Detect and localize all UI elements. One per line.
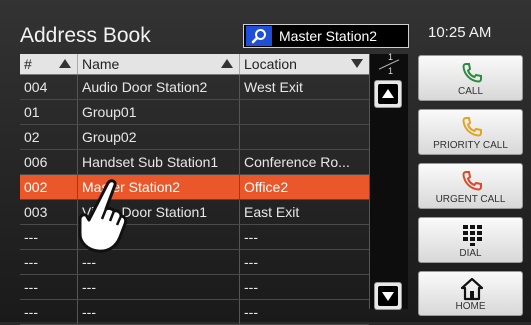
dial-label: DIAL: [459, 248, 482, 259]
column-header-name[interactable]: Name: [77, 54, 239, 74]
entry-name: Group02: [77, 125, 239, 149]
current-page: 1: [388, 52, 394, 62]
table-row[interactable]: 01 Group01: [20, 100, 369, 125]
priority-phone-icon: [462, 117, 482, 137]
entry-number: 01: [24, 104, 40, 120]
entry-location: Conference Ro...: [239, 150, 369, 174]
home-label: HOME: [455, 301, 486, 312]
table-row[interactable]: ---------: [20, 300, 369, 325]
entry-name: ---: [77, 275, 239, 299]
entry-name: Handset Sub Station1: [77, 150, 239, 174]
home-icon: [460, 277, 484, 301]
call-button[interactable]: CALL: [418, 55, 523, 101]
scroll-up-button[interactable]: [374, 80, 402, 108]
call-label: CALL: [457, 86, 483, 97]
search-box[interactable]: Master Station2: [243, 24, 409, 48]
search-button[interactable]: [246, 26, 272, 46]
page-title: Address Book: [20, 24, 151, 47]
column-header-location[interactable]: Location: [239, 54, 369, 74]
entry-name: Audio Door Station2: [77, 75, 239, 99]
entry-number: 004: [24, 79, 48, 95]
entry-location: [239, 125, 369, 149]
total-pages: 1: [388, 66, 394, 76]
urgent-phone-icon: [462, 171, 482, 191]
keypad-icon: [463, 225, 482, 246]
search-query[interactable]: Master Station2: [279, 28, 377, 44]
sort-descending-icon: [351, 59, 363, 68]
phone-icon: [462, 63, 482, 83]
entry-location: ---: [239, 275, 369, 299]
address-book-screen: Address Book Master Station2 10:25 AM # …: [0, 0, 531, 325]
priority-call-label: PRIORITY CALL: [433, 140, 508, 151]
home-button[interactable]: HOME: [418, 271, 523, 316]
table-row[interactable]: 02 Group02: [20, 125, 369, 150]
arrow-down-icon: [382, 292, 394, 301]
arrow-up-icon: [382, 89, 394, 98]
column-header-number[interactable]: #: [20, 54, 77, 74]
entry-location: West Exit: [239, 75, 369, 99]
table-row[interactable]: 004 Audio Door Station2 West Exit: [20, 75, 369, 100]
entry-location: ---: [239, 225, 369, 249]
sort-ascending-icon: [59, 59, 71, 68]
page-navigation: 1 1: [369, 52, 408, 310]
touch-hand-icon: [78, 179, 128, 253]
entry-location: Office2: [239, 175, 369, 199]
sort-ascending-icon: [221, 59, 233, 68]
entry-name: ---: [77, 300, 239, 324]
entry-location: East Exit: [239, 200, 369, 224]
clock: 10:25 AM: [428, 24, 492, 41]
entry-number: ---: [24, 304, 38, 320]
scroll-down-button[interactable]: [374, 282, 402, 310]
table-row[interactable]: 006 Handset Sub Station1 Conference Ro...: [20, 150, 369, 175]
entry-location: ---: [239, 250, 369, 274]
urgent-call-label: URGENT CALL: [435, 194, 506, 205]
entry-location: ---: [239, 300, 369, 324]
entry-name: Group01: [77, 100, 239, 124]
dial-button[interactable]: DIAL: [418, 217, 523, 263]
urgent-call-button[interactable]: URGENT CALL: [418, 163, 523, 209]
table-row[interactable]: ---------: [20, 275, 369, 300]
table-header: # Name Location: [20, 54, 369, 75]
page-indicator: 1 1: [370, 52, 408, 76]
entry-location: [239, 100, 369, 124]
entry-number: 006: [24, 154, 48, 170]
entry-number: 02: [24, 129, 40, 145]
priority-call-button[interactable]: PRIORITY CALL: [418, 109, 523, 155]
entry-number: ---: [24, 279, 38, 295]
search-icon: [251, 29, 266, 44]
